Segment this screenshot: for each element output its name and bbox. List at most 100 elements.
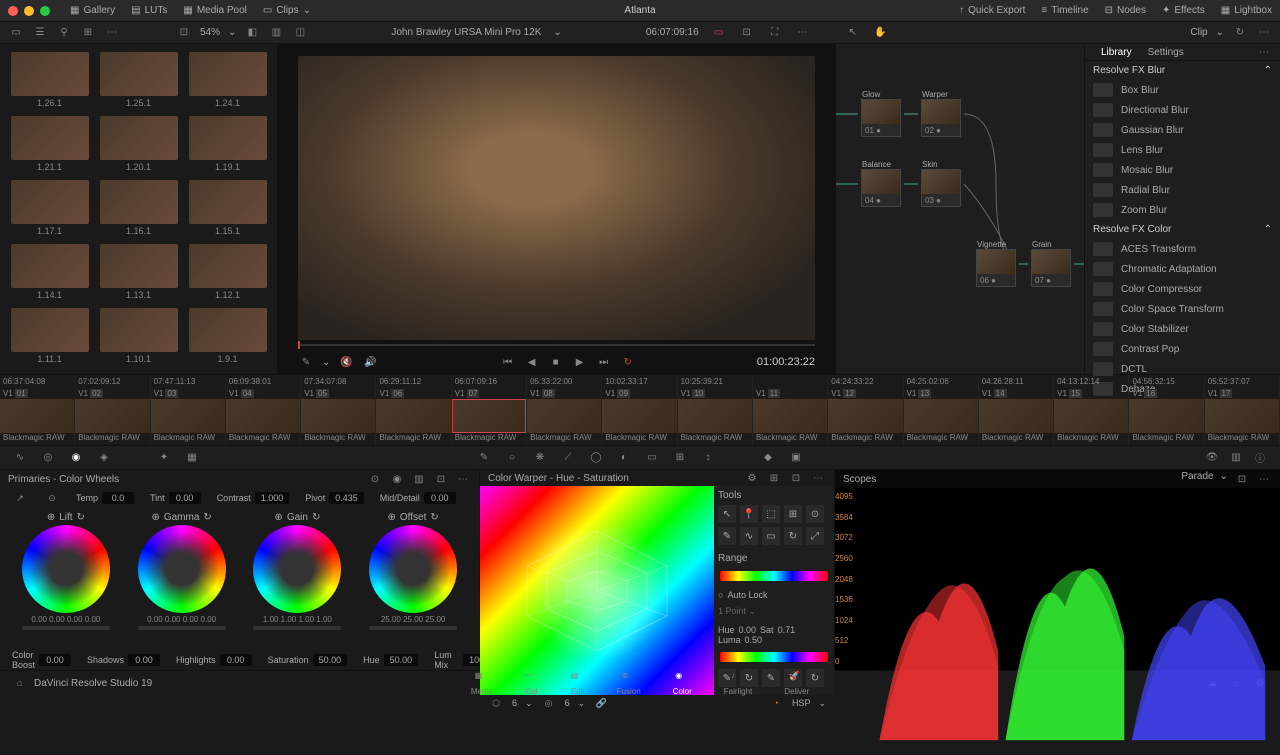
hue-value[interactable]: 0.00 bbox=[739, 625, 757, 635]
grid-tool[interactable]: ⊞ bbox=[784, 505, 802, 523]
param-value[interactable]: 0.435 bbox=[329, 492, 364, 504]
timeline-clip[interactable]: 04:24:33:22V1 12Blackmagic RAW bbox=[828, 375, 903, 445]
gallery-item[interactable]: 1.9.1 bbox=[186, 308, 269, 366]
wheel-slider[interactable] bbox=[22, 626, 110, 630]
param-temp[interactable]: Temp0.0 bbox=[76, 492, 134, 504]
effect-item[interactable]: Color Stabilizer bbox=[1085, 319, 1280, 339]
still-icon[interactable]: ▭ bbox=[8, 25, 24, 41]
qualifier-icon[interactable]: ◎ bbox=[40, 450, 56, 466]
log-mode-icon[interactable]: ⊡ bbox=[433, 471, 449, 487]
quick-export-tab[interactable]: ↑Quick Export bbox=[959, 5, 1025, 16]
grid-icon[interactable]: ⊞ bbox=[766, 470, 782, 486]
luma-bar[interactable] bbox=[720, 652, 828, 662]
reset-wheel-icon[interactable]: ↻ bbox=[77, 512, 85, 523]
param-contrast[interactable]: Contrast1.000 bbox=[217, 492, 290, 504]
luma-value[interactable]: 0.50 bbox=[745, 635, 763, 645]
timecode-display[interactable]: 06:07:09:16 bbox=[646, 27, 699, 38]
node-balance[interactable]: Balance04 ● bbox=[861, 169, 901, 207]
target-icon[interactable]: ⊙ bbox=[367, 471, 383, 487]
loop-icon[interactable]: ↻ bbox=[620, 354, 636, 370]
page-media[interactable]: ▦Media bbox=[471, 671, 493, 696]
page-color[interactable]: ◉Color bbox=[673, 671, 692, 696]
info-icon[interactable]: ⓘ bbox=[1252, 450, 1268, 466]
param-value[interactable]: 50.00 bbox=[313, 654, 348, 666]
timeline-clip[interactable]: 06:29:11:12V1 06Blackmagic RAW bbox=[376, 375, 451, 445]
param-value[interactable]: 1.000 bbox=[255, 492, 290, 504]
effect-item[interactable]: Chromatic Adaptation bbox=[1085, 259, 1280, 279]
gallery-item[interactable]: 1.10.1 bbox=[97, 308, 180, 366]
expand-wheel-icon[interactable]: ⊕ bbox=[151, 512, 159, 523]
gallery-item[interactable]: 1.15.1 bbox=[186, 180, 269, 238]
wheel-slider[interactable] bbox=[138, 626, 226, 630]
key-icon[interactable]: ▭ bbox=[644, 450, 660, 466]
ellipsis-icon[interactable]: ⋯ bbox=[104, 25, 120, 41]
maximize-window[interactable] bbox=[40, 6, 50, 16]
node-mode[interactable]: Clip bbox=[1190, 27, 1207, 38]
param-saturation[interactable]: Saturation50.00 bbox=[268, 654, 348, 666]
effect-item[interactable]: Mosaic Blur bbox=[1085, 160, 1280, 180]
mute-icon[interactable]: 🔇 bbox=[338, 354, 354, 370]
scopes-mode[interactable]: Parade bbox=[1181, 471, 1213, 487]
effect-item[interactable]: Directional Blur bbox=[1085, 100, 1280, 120]
effect-item[interactable]: Contrast Pop bbox=[1085, 339, 1280, 359]
page-cut[interactable]: ✂Cut bbox=[525, 671, 539, 696]
effect-item[interactable]: Lens Blur bbox=[1085, 140, 1280, 160]
color-wheel[interactable] bbox=[369, 525, 457, 613]
fit-icon[interactable]: ⊡ bbox=[176, 25, 192, 41]
link-icon[interactable]: 🔗 bbox=[593, 695, 609, 711]
timeline-clip[interactable]: 06:07:09:16V1 07Blackmagic RAW bbox=[452, 375, 527, 445]
luts-tab[interactable]: ▤LUTs bbox=[131, 5, 167, 16]
param-value[interactable]: 0.00 bbox=[39, 654, 71, 666]
timeline-clip[interactable]: 06:09:38:01V1 04Blackmagic RAW bbox=[226, 375, 301, 445]
node-vignette[interactable]: Vignette06 ● bbox=[976, 249, 1016, 287]
pull-tool[interactable]: ⤢ bbox=[806, 527, 824, 545]
param-highlights[interactable]: Highlights0.00 bbox=[176, 654, 252, 666]
gallery-item[interactable]: 1.19.1 bbox=[186, 116, 269, 174]
clips-tab[interactable]: ▭Clips ⌄ bbox=[263, 5, 311, 16]
viewer-image[interactable] bbox=[298, 56, 815, 340]
effect-item[interactable]: Box Blur bbox=[1085, 80, 1280, 100]
volume-icon[interactable]: 🔊 bbox=[362, 354, 378, 370]
target-tool[interactable]: ⊙ bbox=[806, 505, 824, 523]
timeline-clip[interactable]: 07:34:07:08V1 05Blackmagic RAW bbox=[301, 375, 376, 445]
circle-icon[interactable]: ○ bbox=[504, 450, 520, 466]
record-icon[interactable]: ▭ bbox=[711, 25, 727, 41]
tracking-icon[interactable]: ◈ bbox=[96, 450, 112, 466]
window-icon[interactable]: ◉ bbox=[68, 450, 84, 466]
minimize-window[interactable] bbox=[24, 6, 34, 16]
blur-icon[interactable]: ◐ bbox=[616, 450, 632, 466]
reset-icon[interactable]: ↻ bbox=[1232, 25, 1248, 41]
reset-wheel-icon[interactable]: ↻ bbox=[312, 512, 320, 523]
effects-tab[interactable]: ✦Effects bbox=[1162, 5, 1205, 16]
ring-icon[interactable]: ◎ bbox=[541, 695, 557, 711]
ellipsis-icon[interactable]: ⋯ bbox=[1256, 471, 1272, 487]
split-icon[interactable]: ▥ bbox=[268, 25, 284, 41]
gear-icon[interactable]: ⚙ bbox=[744, 470, 760, 486]
reverse-icon[interactable]: ◀ bbox=[524, 354, 540, 370]
expand-wheel-icon[interactable]: ⊕ bbox=[387, 512, 395, 523]
wheel-values[interactable]: 0.00 0.00 0.00 0.00 bbox=[147, 615, 216, 624]
curves-icon[interactable]: ∿ bbox=[12, 450, 28, 466]
gallery-tab[interactable]: ▦Gallery bbox=[70, 5, 115, 16]
gallery-icon[interactable]: ▦ bbox=[184, 450, 200, 466]
playhead[interactable] bbox=[298, 341, 300, 349]
scopes-icon[interactable]: ▥ bbox=[1228, 450, 1244, 466]
hand-icon[interactable]: ✋ bbox=[873, 25, 889, 41]
home-icon[interactable]: ⌂ bbox=[12, 676, 28, 692]
page-deliver[interactable]: 🚀Deliver bbox=[784, 671, 809, 696]
gallery-item[interactable]: 1.17.1 bbox=[8, 180, 91, 238]
timeline-clip[interactable]: 10:25:39:21V1 10Blackmagic RAW bbox=[678, 375, 753, 445]
color-wheel[interactable] bbox=[253, 525, 341, 613]
color-wheel[interactable] bbox=[138, 525, 226, 613]
smooth-tool[interactable]: ∿ bbox=[740, 527, 758, 545]
gallery-item[interactable]: 1.16.1 bbox=[97, 180, 180, 238]
page-edit[interactable]: ▤Edit bbox=[571, 671, 585, 696]
param-color-boost[interactable]: Color Boost0.00 bbox=[12, 650, 71, 670]
reset-tool[interactable]: ↻ bbox=[784, 527, 802, 545]
param-value[interactable]: 0.00 bbox=[169, 492, 201, 504]
timeline-clip[interactable]: 04:56:32:15V1 16Blackmagic RAW bbox=[1129, 375, 1204, 445]
timeline-tab[interactable]: ≡Timeline bbox=[1041, 5, 1088, 16]
effect-item[interactable]: Gaussian Blur bbox=[1085, 120, 1280, 140]
gallery-item[interactable]: 1.13.1 bbox=[97, 244, 180, 302]
auto-icon[interactable]: ⊙ bbox=[44, 490, 60, 506]
